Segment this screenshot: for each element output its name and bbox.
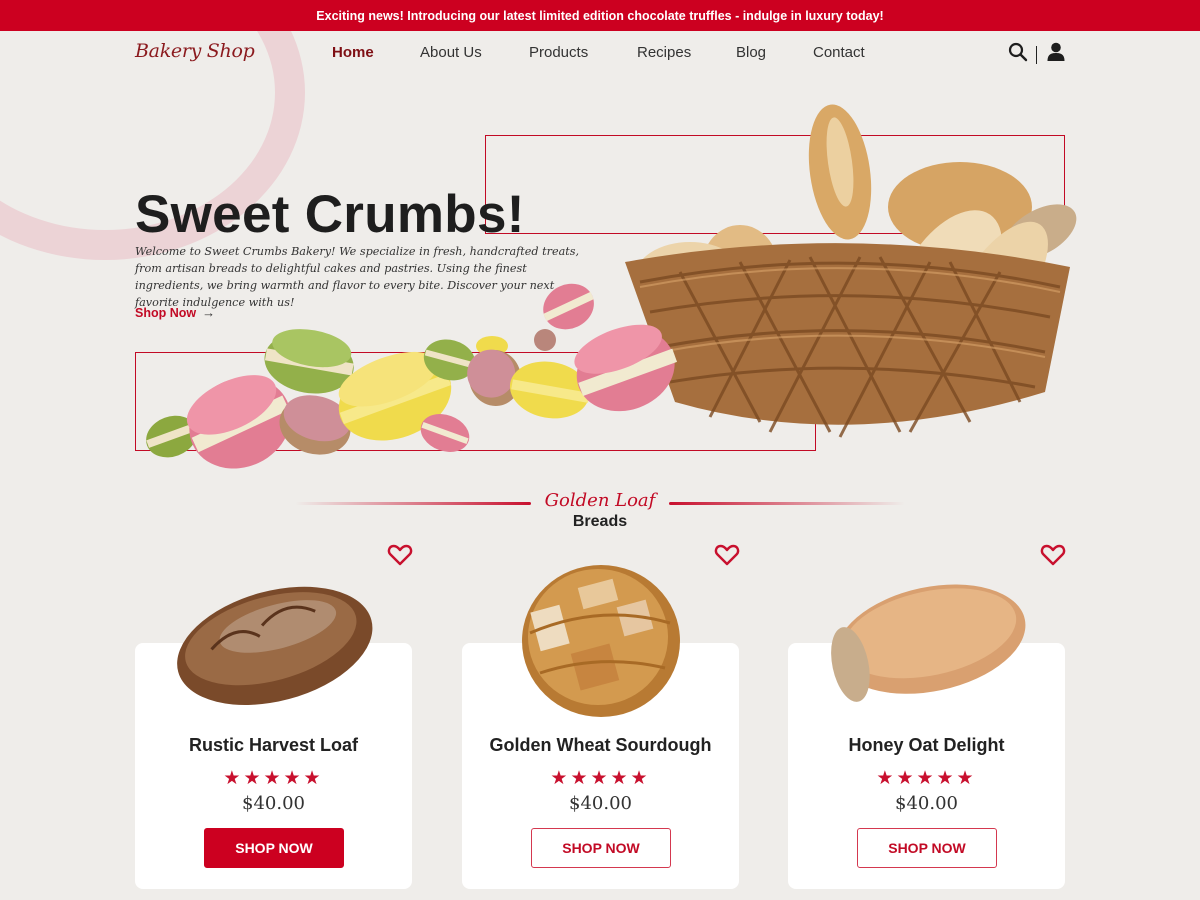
section-subtitle: Breads bbox=[572, 513, 628, 530]
user-icon[interactable] bbox=[1047, 42, 1065, 67]
nav-recipes[interactable]: Recipes bbox=[637, 44, 691, 61]
shop-now-button[interactable]: SHOP NOW bbox=[204, 828, 344, 868]
honey-oat-image bbox=[831, 584, 1026, 702]
shop-now-button[interactable]: SHOP NOW bbox=[531, 828, 671, 868]
divider bbox=[1036, 45, 1037, 64]
shop-now-button[interactable]: SHOP NOW bbox=[857, 828, 997, 868]
star-rating: ★★★★★ bbox=[876, 768, 977, 789]
nav-blog[interactable]: Blog bbox=[736, 44, 766, 61]
star-rating: ★★★★★ bbox=[550, 768, 651, 789]
heart-icon[interactable] bbox=[1040, 543, 1066, 567]
logo[interactable]: Bakery Shop bbox=[135, 40, 255, 62]
header-actions bbox=[1008, 42, 1065, 67]
nav-home[interactable]: Home bbox=[332, 44, 374, 61]
product-name: Honey Oat Delight bbox=[848, 735, 1005, 755]
heart-icon[interactable] bbox=[714, 543, 740, 567]
product-name: Rustic Harvest Loaf bbox=[188, 735, 359, 755]
announcement-bar: Exciting news! Introducing our latest li… bbox=[0, 0, 1200, 31]
product-price: $40.00 bbox=[569, 793, 632, 814]
product-price: $40.00 bbox=[895, 793, 958, 814]
rustic-loaf-image bbox=[177, 586, 373, 705]
bread-basket-image bbox=[625, 104, 1077, 438]
nav-contact[interactable]: Contact bbox=[813, 44, 865, 61]
product-name: Golden Wheat Sourdough bbox=[489, 735, 712, 755]
sourdough-image bbox=[522, 565, 680, 717]
product-price: $40.00 bbox=[242, 793, 305, 814]
section-header: Golden Loaf Breads bbox=[0, 490, 1200, 531]
search-icon[interactable] bbox=[1008, 42, 1028, 67]
section-script-title: Golden Loaf bbox=[544, 490, 656, 511]
announcement-text: Exciting news! Introducing our latest li… bbox=[316, 8, 884, 23]
heart-icon[interactable] bbox=[387, 543, 413, 567]
nav-products[interactable]: Products bbox=[529, 44, 588, 61]
macarons-image bbox=[146, 283, 678, 469]
nav-about-us[interactable]: About Us bbox=[420, 44, 482, 61]
star-rating: ★★★★★ bbox=[223, 768, 324, 789]
hero-title: Sweet Crumbs! bbox=[135, 185, 525, 244]
